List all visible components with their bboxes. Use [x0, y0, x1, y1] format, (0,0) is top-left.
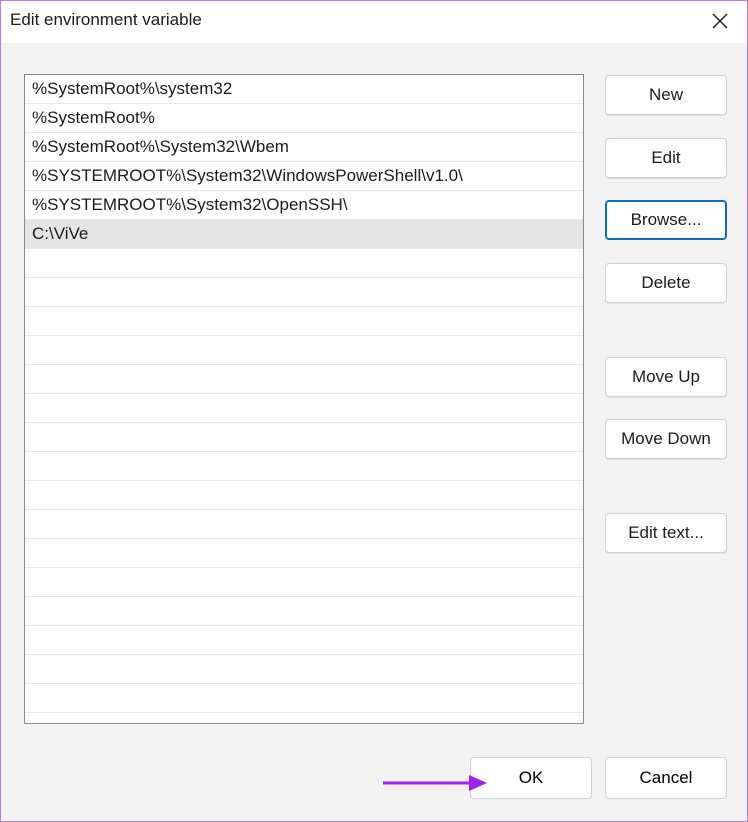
list-item-selected[interactable]: C:\ViVe [25, 220, 583, 249]
title-bar: Edit environment variable [1, 1, 747, 43]
edit-env-var-dialog: Edit environment variable %SystemRoot%\s… [0, 0, 748, 822]
empty-row[interactable] [25, 539, 583, 568]
empty-row[interactable] [25, 684, 583, 713]
delete-button[interactable]: Delete [605, 263, 727, 303]
browse-button[interactable]: Browse... [605, 200, 727, 240]
empty-row[interactable] [25, 597, 583, 626]
empty-row[interactable] [25, 336, 583, 365]
dialog-title: Edit environment variable [10, 10, 202, 29]
empty-row[interactable] [25, 510, 583, 539]
empty-row[interactable] [25, 481, 583, 510]
empty-row[interactable] [25, 655, 583, 684]
empty-row[interactable] [25, 249, 583, 278]
empty-row[interactable] [25, 394, 583, 423]
empty-row[interactable] [25, 307, 583, 336]
new-button[interactable]: New [605, 75, 727, 115]
edit-button[interactable]: Edit [605, 138, 727, 178]
empty-row[interactable] [25, 278, 583, 307]
move-down-button[interactable]: Move Down [605, 419, 727, 459]
empty-row[interactable] [25, 568, 583, 597]
empty-row[interactable] [25, 423, 583, 452]
empty-row[interactable] [25, 365, 583, 394]
edit-text-button[interactable]: Edit text... [605, 513, 727, 553]
empty-row[interactable] [25, 452, 583, 481]
list-item[interactable]: %SystemRoot%\System32\Wbem [25, 133, 583, 162]
move-up-button[interactable]: Move Up [605, 357, 727, 397]
annotation-arrow-icon [383, 775, 487, 791]
close-icon [712, 13, 728, 29]
list-item[interactable]: %SystemRoot% [25, 104, 583, 133]
list-item[interactable]: %SYSTEMROOT%\System32\OpenSSH\ [25, 191, 583, 220]
list-item[interactable]: %SystemRoot%\system32 [25, 75, 583, 104]
list-item[interactable]: %SYSTEMROOT%\System32\WindowsPowerShell\… [25, 162, 583, 191]
close-button[interactable] [697, 1, 743, 41]
path-list[interactable]: %SystemRoot%\system32 %SystemRoot% %Syst… [24, 74, 584, 724]
empty-row[interactable] [25, 626, 583, 655]
cancel-button[interactable]: Cancel [605, 757, 727, 799]
